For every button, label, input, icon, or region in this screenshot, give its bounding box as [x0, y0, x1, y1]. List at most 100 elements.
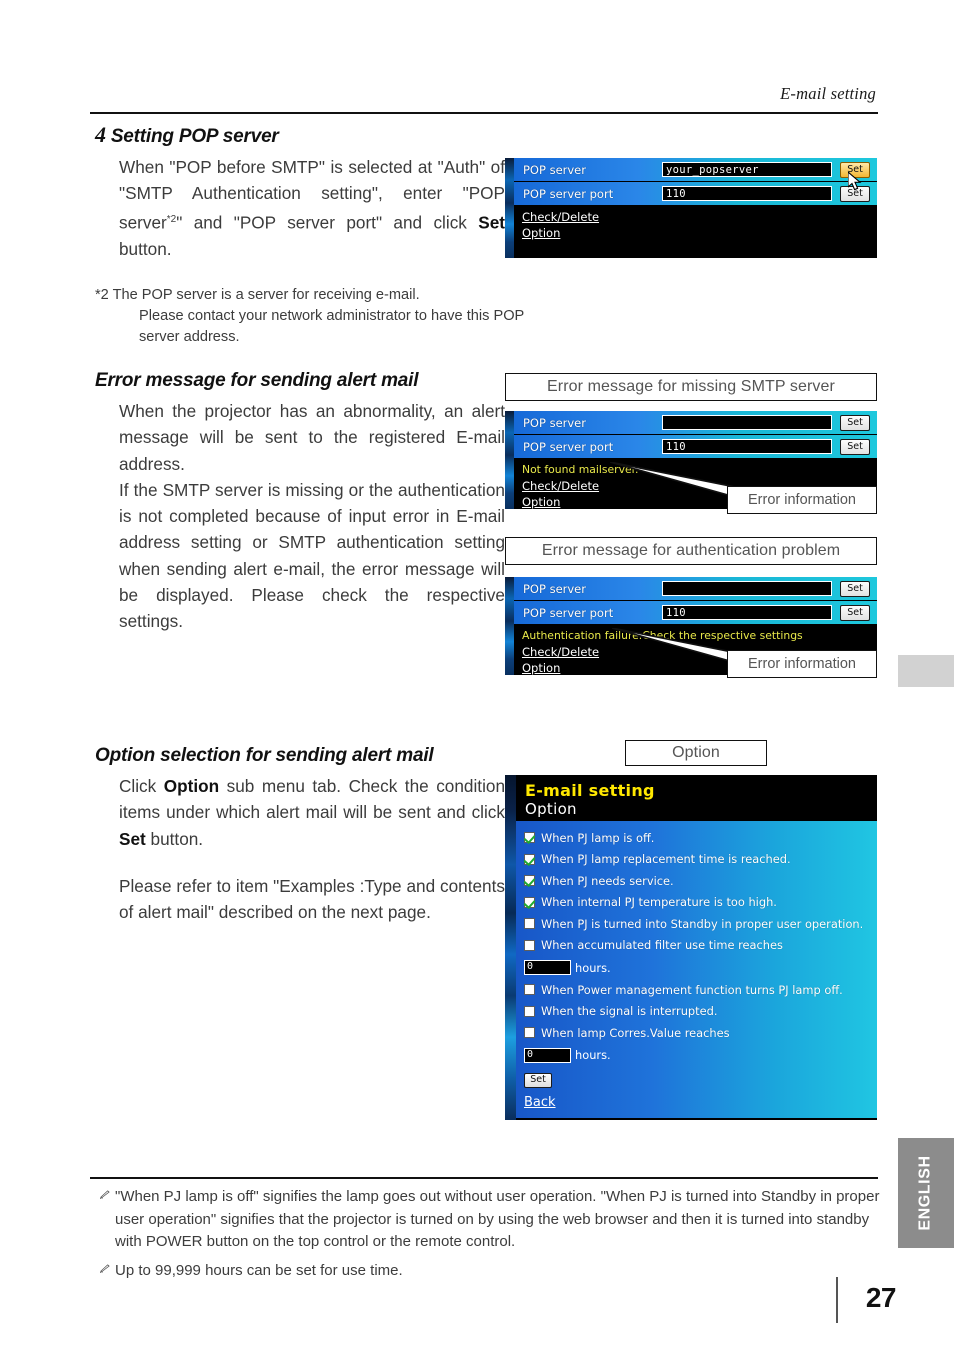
panel-edge-gradient: [505, 411, 514, 509]
panel-row-pop-server: POP server your_popserver Set: [514, 158, 877, 182]
panel-edge-gradient: [505, 158, 514, 258]
pop-server-input[interactable]: [662, 581, 832, 596]
option-item-signal-interrupted[interactable]: When the signal is interrupted.: [524, 1001, 877, 1023]
option-item-label: When the signal is interrupted.: [541, 1004, 718, 1019]
section-error-body-2: If the SMTP server is missing or the aut…: [119, 479, 505, 632]
link-option[interactable]: Option: [522, 225, 877, 241]
option-panel-title: E-mail setting Option: [516, 775, 877, 821]
option-set-button[interactable]: Set: [524, 1072, 552, 1088]
lamp-hours-input[interactable]: 0: [524, 1047, 571, 1063]
footnotes-block: "When PJ lamp is off" signifies the lamp…: [95, 1186, 885, 1288]
option-item-label: When PJ needs service.: [541, 873, 674, 888]
footnote-item: "When PJ lamp is off" signifies the lamp…: [95, 1186, 885, 1254]
pop-server-port-input[interactable]: 110: [662, 186, 832, 201]
page-number: 27: [865, 1282, 897, 1313]
option-item-label: When internal PJ temperature is too high…: [541, 895, 777, 910]
section-error-message: Error message for sending alert mail Whe…: [95, 370, 505, 635]
pop-server-port-input[interactable]: 110: [662, 605, 832, 620]
option-body-part1: Click: [119, 776, 164, 796]
pop-server-input[interactable]: [662, 415, 832, 430]
row-label: POP server: [523, 581, 586, 596]
checkbox-checked-icon[interactable]: [524, 875, 535, 887]
pop-server-set-button[interactable]: Set: [840, 414, 870, 431]
option-item-temperature-high[interactable]: When internal PJ temperature is too high…: [524, 892, 877, 914]
section-heading-text: Setting POP server: [110, 126, 279, 147]
panel-edge-gradient: [505, 577, 514, 675]
checkbox-checked-icon[interactable]: [524, 896, 535, 908]
pop-server-port-set-button[interactable]: Set: [840, 438, 870, 455]
option-body-part3: button.: [145, 828, 204, 849]
option-back-link[interactable]: Back: [524, 1095, 877, 1110]
pop-footnote-line2: Please contact your network administrato…: [139, 308, 525, 345]
checkbox-unchecked-icon[interactable]: [524, 984, 535, 996]
filter-hours-row: 0 hours.: [524, 956, 877, 979]
pop-server-port-set-button[interactable]: Set: [840, 604, 870, 621]
pencil-icon: [100, 1263, 110, 1273]
option-item-power-management[interactable]: When Power management function turns PJ …: [524, 979, 877, 1001]
option-item-lamp-replacement[interactable]: When PJ lamp replacement time is reached…: [524, 849, 877, 871]
panel-row-pop-server: POP server Set: [514, 411, 877, 435]
page-number-rule: [835, 1277, 838, 1323]
caption-option: Option: [625, 740, 767, 766]
checkbox-checked-icon[interactable]: [524, 832, 535, 844]
side-tab-english: ENGLISH: [898, 1138, 954, 1248]
checkbox-unchecked-icon[interactable]: [524, 1005, 535, 1017]
pop-footnote-marker: *2: [95, 287, 109, 303]
section-option-selection: Option selection for sending alert mail …: [95, 745, 505, 925]
option-item-lamp-off[interactable]: When PJ lamp is off.: [524, 827, 877, 849]
option-body-bold-option: Option: [163, 776, 220, 796]
pop-footnote-ref: *2: [166, 213, 177, 225]
option-item-needs-service[interactable]: When PJ needs service.: [524, 870, 877, 892]
screenshot-pop-server-panel: POP server your_popserver Set POP server…: [505, 158, 877, 258]
side-index-tab: [898, 655, 954, 687]
panel-links: Check/Delete Option: [514, 206, 877, 241]
checkbox-unchecked-icon[interactable]: [524, 939, 535, 951]
option-item-label: When lamp Corres.Value reaches: [541, 1025, 730, 1040]
pop-footnote-block: *2 The POP server is a server for receiv…: [95, 285, 525, 348]
document-page: E-mail setting 4 Setting POP server When …: [0, 0, 954, 1350]
section-number: 4: [95, 122, 106, 147]
option-item-standby-user-operation[interactable]: When PJ is turned into Standby in proper…: [524, 913, 877, 935]
link-check-delete[interactable]: Check/Delete: [522, 209, 877, 225]
lamp-hours-row: 0 hours.: [524, 1044, 877, 1067]
row-label: POP server port: [523, 439, 614, 454]
option-panel-title-sub: Option: [525, 800, 577, 818]
pop-body-part2: " and "POP server port" and click: [176, 212, 479, 233]
footer-divider: [90, 1177, 878, 1179]
footnote-text: Up to 99,999 hours can be set for use ti…: [115, 1261, 403, 1279]
row-label: POP server: [523, 162, 586, 177]
caption-auth-problem: Error message for authentication problem: [505, 537, 877, 565]
pop-server-port-input[interactable]: 110: [662, 439, 832, 454]
pencil-icon: [100, 1190, 110, 1199]
footnote-item: Up to 99,999 hours can be set for use ti…: [95, 1260, 885, 1283]
pop-body-set-bold: Set: [478, 212, 505, 233]
mouse-cursor-icon: [848, 172, 862, 191]
checkbox-unchecked-icon[interactable]: [524, 918, 535, 930]
filter-hours-input[interactable]: 0: [524, 960, 571, 975]
filter-hours-label: hours.: [575, 960, 611, 975]
pop-body-part3: button.: [119, 238, 172, 259]
row-label: POP server port: [523, 605, 614, 620]
option-item-filter-use-time[interactable]: When accumulated filter use time reaches: [524, 935, 877, 957]
section-option-body-2: Please refer to item "Examples :Type and…: [119, 875, 505, 923]
section-heading-pop: 4 Setting POP server: [95, 122, 505, 148]
section-option-body-1: Click Option sub menu tab. Check the con…: [119, 773, 505, 852]
pop-server-set-button[interactable]: Set: [840, 580, 870, 597]
option-item-label: When PJ lamp replacement time is reached…: [541, 852, 791, 867]
option-item-label: When Power management function turns PJ …: [541, 982, 843, 997]
option-item-label: When PJ is turned into Standby in proper…: [541, 916, 864, 931]
pop-server-input[interactable]: your_popserver: [662, 162, 832, 177]
checkbox-unchecked-icon[interactable]: [524, 1027, 535, 1039]
panel-row-pop-server-port: POP server port 110 Set: [514, 601, 877, 625]
screenshot-email-setting-option-panel: E-mail setting Option When PJ lamp is of…: [505, 775, 877, 1120]
callout-error-information-2: Error information: [727, 650, 877, 678]
option-item-label: When accumulated filter use time reaches: [541, 938, 783, 953]
lamp-hours-label: hours.: [575, 1048, 611, 1062]
option-panel-title-main: E-mail setting: [525, 781, 655, 800]
checkbox-checked-icon[interactable]: [524, 853, 535, 865]
panel-edge-gradient: [505, 775, 516, 1120]
section-heading-error: Error message for sending alert mail: [95, 370, 419, 391]
option-item-lamp-corres-value[interactable]: When lamp Corres.Value reaches: [524, 1022, 877, 1044]
callout-error-information-1: Error information: [727, 486, 877, 514]
option-body-bold-set: Set: [119, 828, 146, 849]
